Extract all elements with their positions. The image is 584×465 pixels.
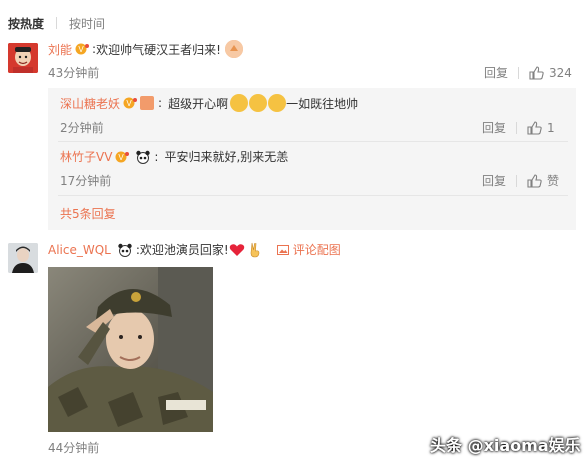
crying-emoji-icon — [268, 94, 287, 112]
divider — [518, 66, 520, 79]
sort-by-time-tab[interactable]: 按时间 — [69, 15, 105, 32]
comment-time: 43分钟前 — [48, 66, 100, 80]
victory-hand-icon — [248, 242, 262, 258]
like-count: 1 — [547, 120, 555, 135]
clap-emoji-icon — [224, 40, 243, 58]
svg-text:V: V — [119, 153, 125, 162]
comment-time: 44分钟前 — [48, 441, 100, 455]
watermelon-emoji-icon — [140, 96, 155, 110]
comment-text: 欢迎池演员回家! — [139, 243, 229, 257]
reply-line: 林竹子VV V : 平安归来就好,别来无恙 — [60, 148, 288, 165]
thumbs-up-icon — [527, 120, 542, 135]
reply-button[interactable]: 回复 — [484, 64, 508, 81]
reply-actions: 回复 赞 — [482, 172, 559, 189]
avatar[interactable] — [8, 243, 38, 273]
vip-badge-icon: V — [75, 43, 90, 55]
thumbs-up-icon — [529, 65, 544, 80]
svg-text:V: V — [126, 99, 132, 108]
reply-colon: : — [158, 96, 163, 110]
avatar-image — [8, 43, 38, 73]
svg-text:V: V — [78, 45, 84, 54]
reply-line: 深山糖老妖 V : 超级开心啊 一如既往地帅 — [60, 94, 358, 112]
comment-photo[interactable] — [48, 267, 213, 432]
divider — [516, 121, 518, 134]
like-button[interactable]: 赞 — [527, 172, 559, 189]
reply-divider — [58, 195, 568, 196]
vip-badge-icon: V — [115, 151, 130, 163]
comment-line: Alice_WQL : 欢迎池演员回家! 评论配图 — [48, 241, 341, 258]
crying-emoji-icon — [230, 94, 249, 112]
divider — [56, 17, 58, 29]
panda-icon — [117, 243, 133, 257]
comment-actions: 回复 324 — [484, 64, 572, 81]
heart-icon — [229, 243, 245, 257]
comment-line: 刘能 V : 欢迎帅气硬汉王者归来! — [48, 40, 243, 58]
reply-username[interactable]: 林竹子VV — [60, 148, 112, 165]
reply-text-tail: 一如既往地帅 — [286, 96, 359, 111]
panda-icon — [135, 150, 151, 164]
like-count: 324 — [549, 65, 572, 80]
reply-actions: 回复 1 — [482, 119, 555, 136]
comment-text: 欢迎帅气硬汉王者归来! — [96, 42, 221, 57]
reply-username[interactable]: 深山糖老妖 — [60, 95, 120, 112]
reply-text: 平安归来就好,别来无恙 — [164, 150, 289, 164]
picture-icon — [276, 244, 289, 255]
crying-emoji-icon — [249, 94, 268, 112]
reply-text: 超级开心啊 — [168, 96, 229, 111]
thumbs-up-icon — [527, 173, 542, 188]
like-label: 赞 — [547, 174, 560, 188]
reply-button[interactable]: 回复 — [482, 119, 506, 136]
comment-picture-link[interactable]: 评论配图 — [276, 241, 341, 258]
comment-username[interactable]: Alice_WQL — [48, 243, 111, 257]
comment-username[interactable]: 刘能 — [48, 41, 72, 58]
more-replies-link[interactable]: 共5条回复 — [60, 205, 116, 222]
comment-picture-label: 评论配图 — [292, 243, 341, 257]
reply-button[interactable]: 回复 — [482, 172, 506, 189]
source-watermark: 头条 @xiaoma娱乐 — [430, 436, 581, 455]
sort-bar: 按热度 按时间 — [8, 14, 105, 32]
sort-by-hot-tab[interactable]: 按热度 — [8, 15, 44, 32]
reply-time: 2分钟前 — [60, 121, 104, 135]
divider — [516, 174, 518, 187]
reply-colon: : — [154, 149, 159, 164]
reply-divider — [58, 141, 568, 142]
avatar[interactable] — [8, 43, 38, 73]
soldier-saluting-image — [48, 267, 213, 432]
avatar-image — [8, 243, 38, 273]
like-button[interactable]: 324 — [529, 66, 572, 80]
reply-time: 17分钟前 — [60, 174, 112, 188]
vip-badge-icon: V — [123, 97, 138, 109]
like-button[interactable]: 1 — [527, 121, 555, 135]
